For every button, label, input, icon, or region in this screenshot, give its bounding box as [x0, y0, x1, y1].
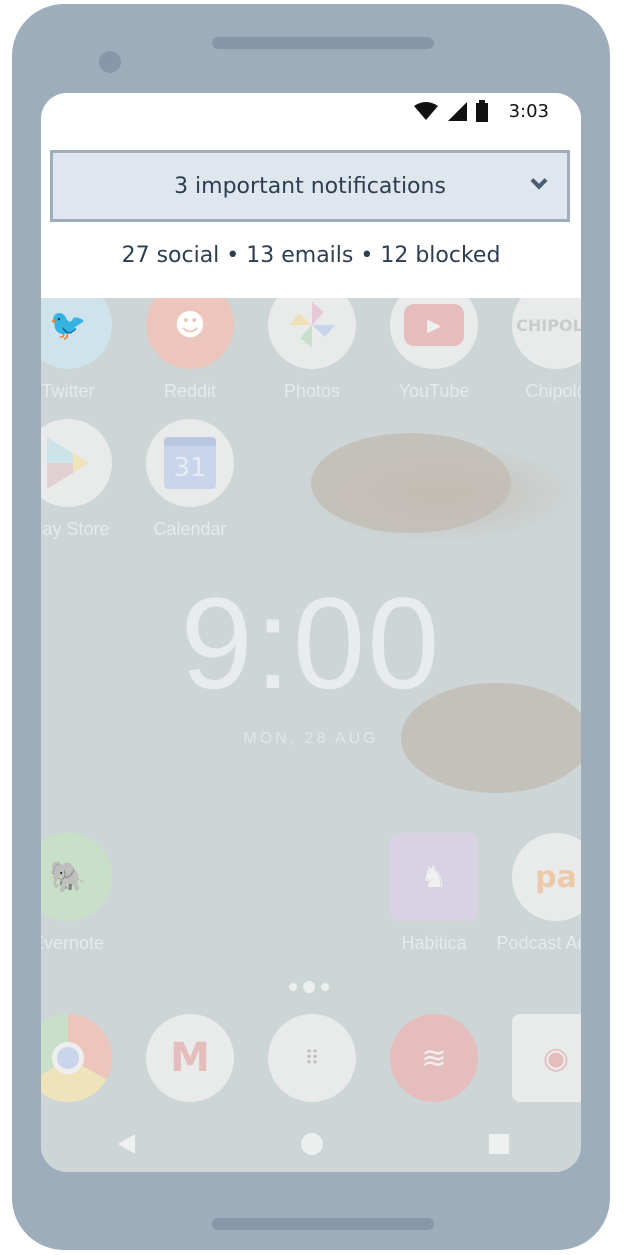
notifications-title: 3 important notifications — [174, 173, 446, 199]
app-photos[interactable]: Photos — [252, 281, 372, 402]
app-drawer-icon: ⠿ — [268, 1014, 356, 1102]
clock-widget[interactable]: 9:00 — [41, 568, 581, 718]
app-chipolo[interactable]: CHIPOLOChipolo — [496, 281, 581, 402]
wallpaper-island — [311, 433, 511, 533]
signal-icon — [447, 102, 467, 121]
app-twitter[interactable]: 🐦 Twitter — [41, 281, 128, 402]
app-podcast-addict[interactable]: paPodcast Addict — [496, 833, 581, 954]
notification-header: 3:03 3 important notifications 27 social… — [41, 93, 581, 298]
wifi-icon — [413, 102, 438, 120]
habitica-icon: ♞ — [390, 833, 478, 921]
page-indicator — [289, 981, 329, 993]
status-time: 3:03 — [508, 100, 549, 122]
phone-screen: 3:03 3 important notifications 27 social… — [41, 93, 581, 1172]
recents-icon[interactable] — [488, 1133, 510, 1155]
home-icon[interactable] — [301, 1133, 323, 1155]
chevron-down-icon[interactable] — [530, 172, 548, 190]
camera-icon: ◉ — [512, 1014, 581, 1102]
evernote-icon: 🐘 — [41, 833, 112, 921]
important-notifications-button[interactable]: 3 important notifications — [50, 150, 570, 222]
dock-todoist[interactable]: ≋ — [374, 1014, 494, 1102]
status-bar: 3:03 — [413, 99, 549, 123]
back-icon[interactable] — [115, 1133, 137, 1155]
app-calendar[interactable]: 31 Calendar — [130, 419, 250, 540]
front-camera — [99, 51, 121, 73]
calendar-icon: 31 — [146, 419, 234, 507]
app-youtube[interactable]: ▶ YouTube — [374, 281, 494, 402]
date-widget: MON, 28 AUG — [243, 730, 379, 747]
play-store-icon — [41, 419, 112, 507]
podcast-addict-icon: pa — [512, 833, 581, 921]
dock-gmail[interactable]: M — [130, 1014, 250, 1102]
dock-app-drawer[interactable]: ⠿ — [252, 1014, 372, 1102]
app-evernote[interactable]: 🐘Evernote — [41, 833, 128, 954]
battery-icon — [475, 100, 488, 122]
app-play-store[interactable]: Play Store — [41, 419, 128, 540]
app-reddit[interactable]: ☻ Reddit — [130, 281, 250, 402]
dock-chrome[interactable] — [41, 1014, 128, 1102]
app-habitica[interactable]: ♞ Habitica — [374, 833, 494, 954]
todoist-icon: ≋ — [390, 1014, 478, 1102]
speaker-bottom — [212, 1218, 434, 1230]
speaker-top — [212, 37, 434, 49]
chrome-icon — [41, 1014, 112, 1102]
gmail-icon: M — [146, 1014, 234, 1102]
dock-camera[interactable]: ◉ — [496, 1014, 581, 1102]
notification-summary: 27 social • 13 emails • 12 blocked — [121, 243, 501, 268]
